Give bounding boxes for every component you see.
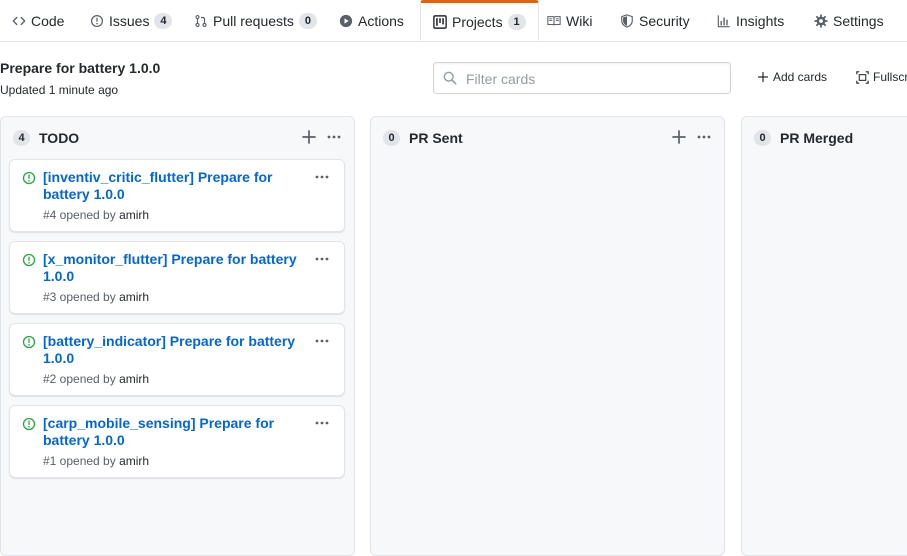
issue-author-link[interactable]: amirh [119, 208, 149, 222]
tab-label: Projects [452, 13, 503, 30]
tab-label: Wiki [566, 12, 593, 29]
issue-author-link[interactable]: amirh [119, 372, 149, 386]
plus-icon [757, 71, 769, 83]
issue-opened-icon [22, 171, 36, 185]
issue-card[interactable]: [carp_mobile_sensing] Prepare for batter… [9, 405, 345, 478]
issue-opened-icon [22, 335, 36, 349]
tab-wiki[interactable]: Wiki [547, 0, 592, 41]
add-card-button[interactable] [671, 129, 687, 145]
play-icon [339, 14, 353, 28]
issue-number-text: #4 opened by [43, 208, 116, 222]
issue-card-title-link[interactable]: [x_monitor_flutter] Prepare for battery … [43, 251, 305, 285]
tab-label: Pull requests [213, 12, 294, 29]
add-cards-label: Add cards [773, 70, 828, 84]
column-menu-button[interactable] [696, 129, 712, 145]
column-header: 0 PR Sent [371, 117, 724, 159]
tab-settings[interactable]: Settings [814, 0, 884, 41]
tab-security[interactable]: Security [620, 0, 690, 41]
book-icon [547, 14, 561, 28]
project-title: Prepare for battery 1.0.0 [0, 60, 161, 76]
kebab-horizontal-icon [697, 135, 711, 139]
tab-code[interactable]: Code [12, 0, 64, 41]
card-menu-button[interactable] [314, 169, 330, 185]
gear-icon [814, 13, 828, 28]
card-menu-button[interactable] [314, 333, 330, 349]
card-menu-button[interactable] [314, 415, 330, 431]
column-title: TODO [39, 130, 80, 146]
plus-icon [672, 130, 686, 144]
tab-issues[interactable]: Issues 4 [90, 0, 173, 41]
pull-request-icon [194, 14, 208, 28]
issue-icon [90, 14, 104, 28]
filter-cards-input[interactable] [464, 68, 723, 90]
issue-opened-icon [22, 417, 36, 431]
tab-label: Actions [358, 12, 404, 29]
issue-author-link[interactable]: amirh [119, 290, 149, 304]
issue-number-text: #1 opened by [43, 454, 116, 468]
card-menu-button[interactable] [314, 251, 330, 267]
issue-card-meta: #4 opened by amirh [43, 208, 149, 222]
column-card-count: 0 [383, 130, 400, 146]
fullscreen-label: Fullscreen [873, 70, 907, 84]
tab-pull-requests[interactable]: Pull requests 0 [194, 0, 317, 41]
kebab-horizontal-icon [315, 421, 329, 425]
add-cards-button[interactable]: Add cards [757, 70, 827, 84]
fullscreen-button[interactable]: Fullscreen [856, 70, 907, 84]
graph-icon [717, 14, 731, 28]
fullscreen-icon [856, 70, 869, 84]
tab-label: Settings [833, 12, 884, 29]
column-header: 4 TODO [1, 117, 354, 159]
issue-card-title-link[interactable]: [battery_indicator] Prepare for battery … [43, 333, 305, 367]
search-icon [443, 71, 457, 85]
tab-label: Code [31, 12, 65, 29]
code-icon [12, 14, 26, 28]
tab-label: Issues [109, 12, 150, 29]
tab-actions[interactable]: Actions [339, 0, 404, 41]
issue-card-meta: #3 opened by amirh [43, 290, 149, 304]
column-card-count: 0 [754, 130, 771, 146]
column-title: PR Merged [780, 130, 854, 146]
column-card-count: 4 [13, 130, 30, 146]
issue-number-text: #2 opened by [43, 372, 116, 386]
pull-requests-count-badge: 0 [298, 12, 317, 29]
tab-insights[interactable]: Insights [717, 0, 784, 41]
issues-count-badge: 4 [154, 12, 173, 29]
repo-nav-tabs: Code Issues 4 Pull requests 0 Actions Pr… [0, 0, 907, 42]
project-column-todo: 4 TODO [inventiv_critic_flutter] Prepare… [0, 116, 355, 556]
issue-number-text: #3 opened by [43, 290, 116, 304]
issue-card[interactable]: [battery_indicator] Prepare for battery … [9, 323, 345, 396]
issue-card[interactable]: [inventiv_critic_flutter] Prepare for ba… [9, 159, 345, 232]
projects-count-badge: 1 [507, 13, 526, 30]
issue-card-title-link[interactable]: [inventiv_critic_flutter] Prepare for ba… [43, 169, 305, 203]
kebab-horizontal-icon [315, 175, 329, 179]
column-title: PR Sent [409, 130, 463, 146]
issue-card-meta: #2 opened by amirh [43, 372, 149, 386]
column-menu-button[interactable] [326, 129, 342, 145]
project-updated-text: Updated 1 minute ago [0, 83, 119, 97]
project-column-pr-merged: 0 PR Merged [741, 116, 907, 556]
kebab-horizontal-icon [315, 257, 329, 261]
plus-icon [302, 130, 316, 144]
add-card-button[interactable] [301, 129, 317, 145]
issue-author-link[interactable]: amirh [119, 454, 149, 468]
tab-label: Insights [736, 12, 785, 29]
kebab-horizontal-icon [327, 135, 341, 139]
tab-label: Security [639, 12, 690, 29]
kebab-horizontal-icon [315, 339, 329, 343]
issue-card-meta: #1 opened by amirh [43, 454, 149, 468]
issue-card[interactable]: [x_monitor_flutter] Prepare for battery … [9, 241, 345, 314]
column-header: 0 PR Merged [742, 117, 907, 159]
shield-icon [620, 13, 634, 28]
issue-opened-icon [22, 253, 36, 267]
issue-card-title-link[interactable]: [carp_mobile_sensing] Prepare for batter… [43, 415, 305, 449]
project-icon [433, 14, 447, 29]
tab-projects[interactable]: Projects 1 [420, 0, 539, 41]
filter-cards-box [433, 62, 731, 94]
project-column-pr-sent: 0 PR Sent [370, 116, 725, 556]
